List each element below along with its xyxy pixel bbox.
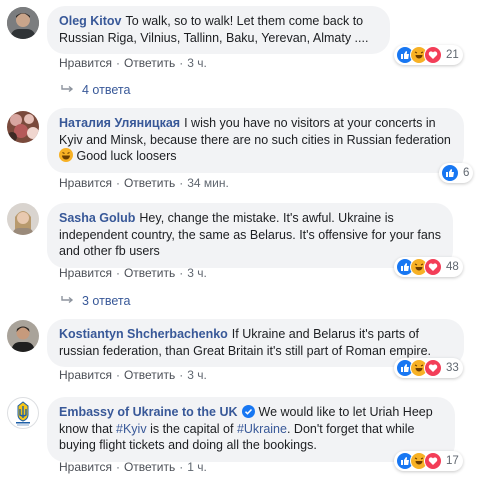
reaction-summary[interactable]: 48	[394, 257, 463, 277]
avatar[interactable]	[7, 7, 39, 39]
replies-count[interactable]: 4 ответа	[82, 83, 130, 97]
comment-author[interactable]: Sasha Golub	[59, 211, 135, 225]
avatar[interactable]	[7, 111, 39, 143]
verified-badge-icon	[241, 405, 255, 418]
like-button[interactable]: Нравится	[59, 266, 112, 280]
comment-time[interactable]: 3 ч.	[187, 56, 207, 70]
love-icon	[424, 46, 442, 64]
reply-button[interactable]: Ответить	[124, 56, 175, 70]
comment-author[interactable]: Наталия Уляницкая	[59, 116, 180, 130]
replies-count[interactable]: 3 ответа	[82, 294, 130, 308]
reaction-summary[interactable]: 33	[394, 358, 463, 378]
reply-arrow-icon	[61, 296, 74, 304]
reaction-count: 33	[446, 362, 459, 374]
avatar[interactable]	[7, 397, 39, 429]
reaction-count: 17	[446, 455, 459, 467]
reply-button[interactable]: Ответить	[124, 176, 175, 190]
like-button[interactable]: Нравится	[59, 56, 112, 70]
comment-author[interactable]: Oleg Kitov	[59, 14, 122, 28]
avatar[interactable]	[7, 203, 39, 235]
reply-button[interactable]: Ответить	[124, 368, 175, 382]
comment-actions: Нравится · Ответить · 3 ч.	[59, 56, 207, 70]
reaction-count: 6	[463, 167, 470, 179]
avatar[interactable]	[7, 320, 39, 352]
reaction-summary[interactable]: 6	[439, 163, 474, 183]
reply-arrow-icon	[61, 85, 74, 93]
reply-button[interactable]: Ответить	[124, 266, 175, 280]
comment-author[interactable]: Kostiantyn Shcherbachenko	[59, 327, 228, 341]
love-icon	[424, 359, 442, 377]
reaction-summary[interactable]: 17	[394, 451, 463, 471]
love-icon	[424, 258, 442, 276]
view-replies-link[interactable]: 3 ответа	[60, 294, 130, 308]
comment-actions: Нравится · Ответить · 34 мин.	[59, 176, 229, 190]
comment-bubble: Sasha Golub Hey, change the mistake. It's…	[47, 203, 453, 268]
view-replies-link[interactable]: 4 ответа	[60, 83, 130, 97]
comment-text-mid: is the capital of	[150, 421, 234, 436]
comment-bubble: Oleg Kitov To walk, so to walk! Let them …	[47, 6, 390, 54]
reply-button[interactable]: Ответить	[124, 460, 175, 474]
like-button[interactable]: Нравится	[59, 368, 112, 382]
comment-actions: Нравится · Ответить · 1 ч.	[59, 460, 207, 474]
reaction-summary[interactable]: 21	[394, 45, 463, 65]
comment-time[interactable]: 3 ч.	[187, 368, 207, 382]
reaction-count: 48	[446, 261, 459, 273]
love-icon	[424, 452, 442, 470]
like-icon	[441, 164, 459, 182]
comment-bubble: Embassy of Ukraine to the UK We would lik…	[47, 397, 455, 462]
comment-time[interactable]: 34 мин.	[187, 176, 229, 190]
comment-actions: Нравится · Ответить · 3 ч.	[59, 266, 207, 280]
like-button[interactable]: Нравится	[59, 460, 112, 474]
comment-actions: Нравится · Ответить · 3 ч.	[59, 368, 207, 382]
like-button[interactable]: Нравится	[59, 176, 112, 190]
comment-time[interactable]: 1 ч.	[187, 460, 207, 474]
grinning-emoji-icon	[59, 148, 73, 162]
comment-author[interactable]: Embassy of Ukraine to the UK	[59, 405, 238, 419]
comment-bubble: Наталия Уляницкая I wish you have no visi…	[47, 108, 464, 173]
reaction-count: 21	[446, 49, 459, 61]
embassy-logo-icon	[16, 401, 30, 426]
comment-time[interactable]: 3 ч.	[187, 266, 207, 280]
hashtag-link[interactable]: #Ukraine	[237, 422, 287, 436]
comment-text-tail: Good luck loosers	[76, 149, 177, 163]
hashtag-link[interactable]: #Kyiv	[116, 422, 147, 436]
